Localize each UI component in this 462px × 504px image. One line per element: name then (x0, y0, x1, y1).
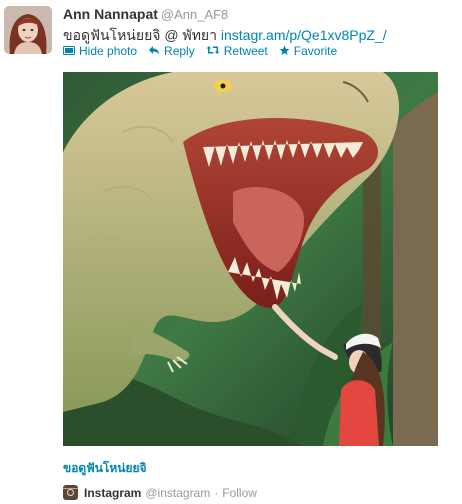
source-name[interactable]: Instagram (84, 486, 141, 500)
separator-dot: · (214, 485, 219, 500)
reply-button[interactable]: Reply (148, 44, 195, 58)
photo-caption[interactable]: ขอดูฟันโหน่ยยจิ (63, 459, 147, 478)
tweet-header: Ann Nannapat @Ann_AF8 (63, 6, 452, 24)
author-handle[interactable]: @Ann_AF8 (161, 7, 228, 22)
retweet-label: Retweet (223, 44, 268, 58)
tweet-photo[interactable] (63, 72, 438, 446)
avatar[interactable] (4, 6, 52, 54)
media-attribution: Instagram @instagram · Follow (63, 485, 257, 500)
hide-photo-label: Hide photo (79, 44, 138, 58)
retweet-button[interactable]: Retweet (206, 44, 268, 58)
source-handle[interactable]: @instagram (145, 486, 210, 500)
avatar-image (4, 6, 52, 54)
tweet-body: ขอดูฟันโหน่ยยจิ @ พัทยา (63, 27, 221, 43)
retweet-icon (206, 45, 220, 57)
instagram-icon (63, 485, 78, 500)
follow-link[interactable]: Follow (222, 486, 257, 500)
photo-icon (63, 45, 75, 57)
favorite-label: Favorite (293, 44, 338, 58)
dinosaur-mural-image (63, 72, 438, 446)
tweet-link[interactable]: instagr.am/p/Qe1xv8PpZ_/ (221, 27, 387, 43)
author-name[interactable]: Ann Nannapat (63, 6, 158, 22)
hide-photo-button[interactable]: Hide photo (63, 44, 137, 58)
reply-arrow-icon (148, 45, 160, 57)
reply-label: Reply (164, 44, 195, 58)
tweet-actions: Hide photo Reply Retweet Favorite (63, 44, 348, 58)
star-icon (279, 45, 290, 58)
favorite-button[interactable]: Favorite (279, 44, 337, 58)
